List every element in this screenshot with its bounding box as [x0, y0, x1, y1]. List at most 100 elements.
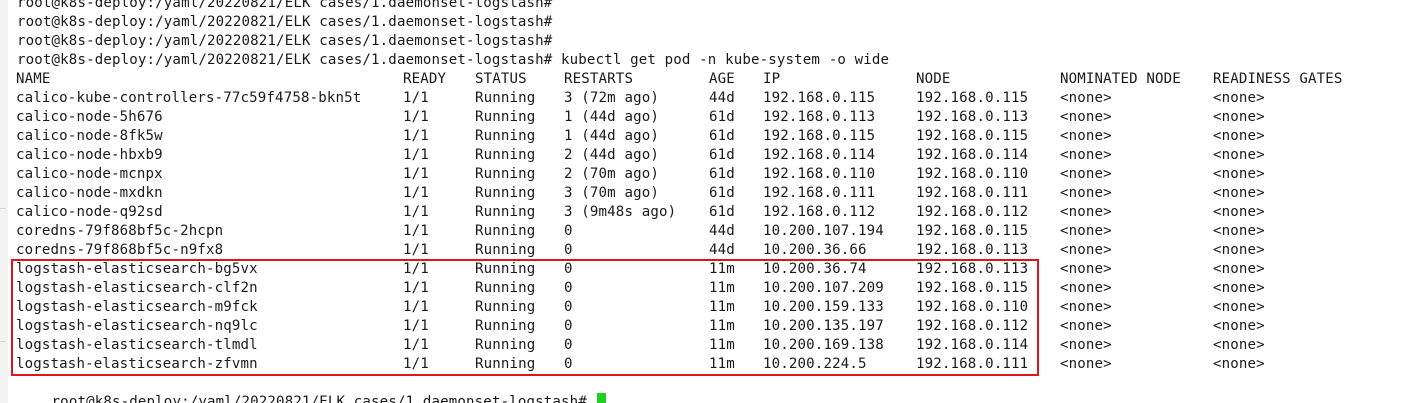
cell-nominated-node: <none> [1060, 242, 1112, 258]
cell-node: 192.168.0.113 [916, 109, 1029, 125]
cell-name: logstash-elasticsearch-zfvmn [16, 356, 258, 372]
cell-name: logstash-elasticsearch-clf2n [16, 280, 258, 296]
cell-nominated-node: <none> [1060, 185, 1112, 201]
cell-restarts: 0 [564, 356, 573, 372]
cell-readiness-gates: <none> [1213, 337, 1265, 353]
cell-ready: 1/1 [403, 109, 429, 125]
cell-restarts: 0 [564, 299, 573, 315]
cell-ready: 1/1 [403, 242, 429, 258]
cell-status: Running [475, 128, 536, 144]
cell-ip: 10.200.36.74 [763, 261, 867, 277]
cell-node: 192.168.0.114 [916, 147, 1029, 163]
cell-age: 44d [709, 242, 735, 258]
cell-ready: 1/1 [403, 299, 429, 315]
cell-name: calico-node-5h676 [16, 109, 163, 125]
header-ip: IP [763, 71, 781, 87]
cell-readiness-gates: <none> [1213, 261, 1265, 277]
cell-node: 192.168.0.113 [916, 261, 1029, 277]
cell-readiness-gates: <none> [1213, 128, 1265, 144]
table-header-row: NAME READY STATUS RESTARTS AGE IP NODE N… [16, 70, 1342, 89]
cell-nominated-node: <none> [1060, 318, 1112, 334]
header-status: STATUS [475, 71, 527, 87]
cell-age: 61d [709, 128, 735, 144]
prompt-line-1: root@k8s-deploy:/yaml/20220821/ELK cases… [17, 0, 553, 11]
cell-node: 192.168.0.111 [916, 356, 1029, 372]
cell-ip: 192.168.0.114 [763, 147, 876, 163]
cell-ip: 10.200.224.5 [763, 356, 867, 372]
cell-readiness-gates: <none> [1213, 90, 1265, 106]
cell-restarts: 0 [564, 280, 573, 296]
cell-ready: 1/1 [403, 318, 429, 334]
cell-status: Running [475, 242, 536, 258]
side-gutter [0, 0, 8, 403]
cell-age: 61d [709, 204, 735, 220]
cell-nominated-node: <none> [1060, 204, 1112, 220]
cell-age: 11m [709, 356, 735, 372]
cell-age: 61d [709, 166, 735, 182]
cell-node: 192.168.0.110 [916, 299, 1029, 315]
header-nominated-node: NOMINATED NODE [1060, 71, 1181, 87]
cell-name: calico-node-8fk5w [16, 128, 163, 144]
header-restarts: RESTARTS [564, 71, 634, 87]
cell-status: Running [475, 261, 536, 277]
header-node: NODE [916, 71, 951, 87]
cell-ready: 1/1 [403, 185, 429, 201]
cell-ip: 10.200.159.133 [763, 299, 884, 315]
cell-node: 192.168.0.113 [916, 242, 1029, 258]
cell-restarts: 0 [564, 261, 573, 277]
cell-ip: 10.200.36.66 [763, 242, 867, 258]
cell-node: 192.168.0.115 [916, 128, 1029, 144]
cell-status: Running [475, 204, 536, 220]
cell-readiness-gates: <none> [1213, 147, 1265, 163]
cell-age: 44d [709, 90, 735, 106]
cell-ip: 10.200.135.197 [763, 318, 884, 334]
cell-node: 192.168.0.110 [916, 166, 1029, 182]
cell-node: 192.168.0.112 [916, 318, 1029, 334]
cell-nominated-node: <none> [1060, 261, 1112, 277]
cell-ready: 1/1 [403, 356, 429, 372]
cell-nominated-node: <none> [1060, 337, 1112, 353]
cell-node: 192.168.0.112 [916, 204, 1029, 220]
cell-nominated-node: <none> [1060, 147, 1112, 163]
cell-readiness-gates: <none> [1213, 299, 1265, 315]
cell-ready: 1/1 [403, 280, 429, 296]
cell-age: 11m [709, 261, 735, 277]
cell-node: 192.168.0.115 [916, 280, 1029, 296]
cell-status: Running [475, 147, 536, 163]
cell-ready: 1/1 [403, 261, 429, 277]
cell-nominated-node: <none> [1060, 166, 1112, 182]
cell-name: logstash-elasticsearch-nq9lc [16, 318, 258, 334]
cell-restarts: 1 (44d ago) [564, 128, 659, 144]
cell-nominated-node: <none> [1060, 280, 1112, 296]
cell-ready: 1/1 [403, 204, 429, 220]
cell-status: Running [475, 280, 536, 296]
cell-name: calico-node-mxdkn [16, 185, 163, 201]
prompt-line-2: root@k8s-deploy:/yaml/20220821/ELK cases… [17, 14, 553, 30]
header-readiness-gates: READINESS GATES [1213, 71, 1343, 87]
cell-ready: 1/1 [403, 90, 429, 106]
cell-status: Running [475, 90, 536, 106]
terminal-window[interactable]: root@k8s-deploy:/yaml/20220821/ELK cases… [0, 0, 1416, 403]
cell-restarts: 1 (44d ago) [564, 109, 659, 125]
command-line: root@k8s-deploy:/yaml/20220821/ELK cases… [17, 52, 890, 68]
cell-ip: 192.168.0.112 [763, 204, 876, 220]
cell-readiness-gates: <none> [1213, 223, 1265, 239]
cell-readiness-gates: <none> [1213, 204, 1265, 220]
header-ready: READY [403, 71, 447, 87]
cell-name: logstash-elasticsearch-tlmdl [16, 337, 258, 353]
cell-age: 11m [709, 318, 735, 334]
cell-ip: 192.168.0.110 [763, 166, 876, 182]
cell-age: 11m [709, 337, 735, 353]
cell-nominated-node: <none> [1060, 223, 1112, 239]
cell-ip: 192.168.0.115 [763, 90, 876, 106]
cell-ready: 1/1 [403, 337, 429, 353]
cell-ip: 192.168.0.115 [763, 128, 876, 144]
cell-readiness-gates: <none> [1213, 185, 1265, 201]
cell-restarts: 0 [564, 318, 573, 334]
header-age: AGE [709, 71, 735, 87]
cell-restarts: 0 [564, 242, 573, 258]
cell-nominated-node: <none> [1060, 299, 1112, 315]
cell-node: 192.168.0.114 [916, 337, 1029, 353]
final-prompt-line[interactable]: root@k8s-deploy:/yaml/20220821/ELK cases… [17, 374, 606, 403]
cell-status: Running [475, 318, 536, 334]
